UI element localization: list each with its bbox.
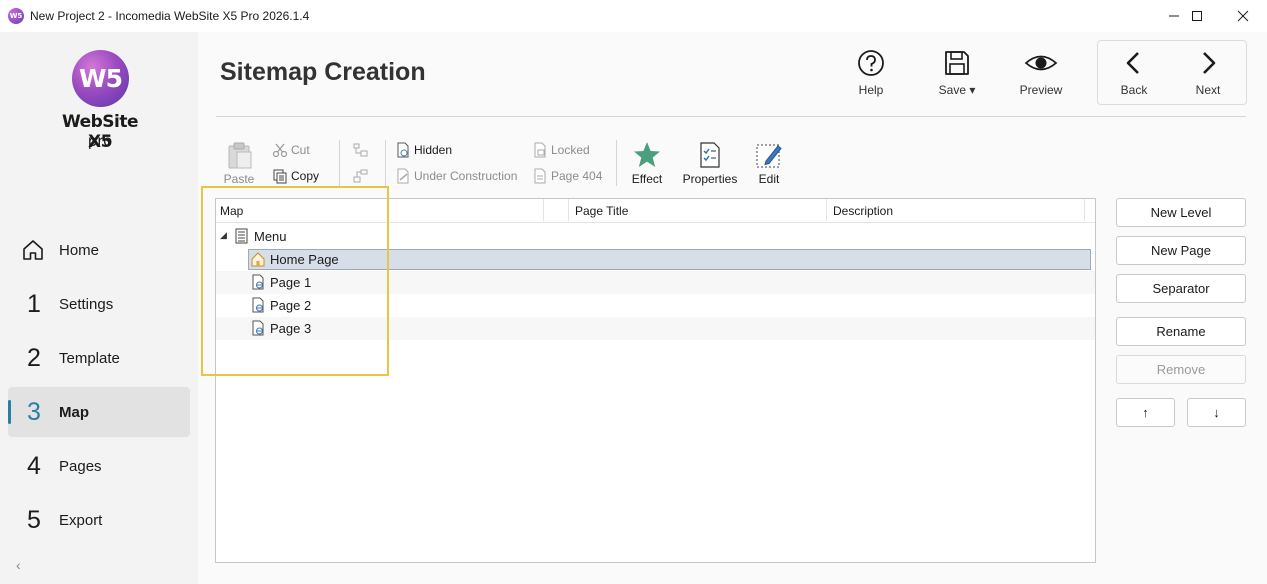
sidebar-item-label: Export: [59, 511, 103, 529]
help-button[interactable]: Help: [836, 48, 906, 102]
window-title: New Project 2 - Incomedia WebSite X5 Pro…: [30, 9, 310, 23]
sidebar-item-template[interactable]: 2 Template: [8, 333, 190, 383]
indent-icon: [353, 143, 368, 157]
home-icon: [23, 240, 43, 260]
title-bar: W5 New Project 2 - Incomedia WebSite X5 …: [0, 0, 1267, 32]
effect-label: Effect: [631, 172, 663, 186]
step-number: 4: [27, 451, 41, 480]
column-divider: [543, 199, 544, 221]
page404-icon: [534, 168, 546, 184]
logo-mark: W5: [72, 50, 129, 107]
properties-button[interactable]: Properties: [680, 140, 740, 186]
scissors-icon: [272, 143, 288, 158]
under-construction-icon: [397, 168, 409, 184]
rename-button[interactable]: Rename: [1116, 317, 1246, 346]
separator-button[interactable]: Separator: [1116, 274, 1246, 303]
page404-label: Page 404: [551, 169, 603, 183]
properties-label: Properties: [682, 172, 738, 186]
paste-button[interactable]: Paste: [221, 140, 257, 186]
outdent-icon: [353, 169, 368, 183]
column-divider: [568, 199, 569, 221]
cut-button[interactable]: Cut: [272, 142, 310, 158]
collapse-sidebar-button[interactable]: ‹: [16, 557, 21, 573]
maximize-button[interactable]: [1174, 0, 1220, 32]
sidebar-item-label: Settings: [59, 295, 114, 313]
remove-button[interactable]: Remove: [1116, 355, 1246, 384]
help-icon: [858, 50, 884, 76]
eye-icon: [1024, 55, 1058, 71]
sidebar: W5 WebSite X5 pro Home 1 Settings 2 Temp…: [0, 32, 198, 584]
preview-label: Preview: [1019, 83, 1063, 97]
hidden-label: Hidden: [414, 143, 453, 157]
sidebar-item-home[interactable]: Home: [8, 225, 190, 275]
hidden-page-icon: [397, 142, 409, 158]
column-divider: [826, 199, 827, 221]
step-number: 2: [27, 343, 41, 372]
indent-button[interactable]: [353, 142, 372, 158]
step-number: 3: [27, 397, 41, 426]
annotation-highlight-box: [201, 186, 389, 376]
cut-label: Cut: [291, 143, 310, 157]
sidebar-item-label: Home: [59, 241, 100, 259]
header-divider: [216, 116, 1246, 117]
back-label: Back: [1120, 83, 1148, 97]
next-button[interactable]: Next: [1173, 48, 1243, 102]
column-divider: [1084, 199, 1085, 221]
help-label: Help: [858, 83, 884, 97]
ribbon-divider: [339, 140, 340, 186]
logo-edition: pro: [87, 132, 113, 150]
ribbon-divider: [616, 140, 617, 186]
step-number: 5: [27, 505, 41, 534]
sidebar-item-label: Pages: [59, 457, 102, 475]
edit-icon: [756, 144, 782, 168]
new-level-button[interactable]: New Level: [1116, 198, 1246, 227]
page-title: Sitemap Creation: [220, 58, 426, 86]
step-number: 1: [27, 289, 41, 318]
properties-icon: [700, 142, 720, 168]
sidebar-item-pages[interactable]: 4 Pages: [8, 441, 190, 491]
copy-label: Copy: [291, 169, 320, 183]
chevron-left-icon: [1126, 52, 1139, 74]
back-button[interactable]: Back: [1099, 48, 1169, 102]
sidebar-item-export[interactable]: 5 Export: [8, 495, 190, 545]
under-construction-button[interactable]: Under Construction: [395, 168, 517, 184]
sidebar-item-map[interactable]: 3 Map: [8, 387, 190, 437]
edit-label: Edit: [758, 172, 780, 186]
edit-button[interactable]: Edit: [752, 140, 786, 186]
main-panel: Sitemap Creation Help Save ▾ Preview Bac…: [198, 32, 1267, 584]
next-label: Next: [1195, 83, 1221, 97]
star-icon: [634, 142, 660, 167]
logo: W5 WebSite X5 pro: [50, 50, 150, 160]
new-page-button[interactable]: New Page: [1116, 236, 1246, 265]
maximize-icon: [1192, 11, 1202, 21]
save-button[interactable]: Save ▾: [922, 48, 992, 102]
page404-button[interactable]: Page 404: [532, 168, 602, 184]
under-construction-label: Under Construction: [414, 169, 518, 183]
column-header-description[interactable]: Description: [833, 204, 893, 218]
save-label: Save ▾: [938, 83, 976, 97]
ribbon-divider: [385, 140, 386, 186]
outdent-button[interactable]: [353, 168, 372, 184]
close-icon: [1237, 10, 1249, 22]
locked-button[interactable]: Locked: [532, 142, 590, 158]
preview-button[interactable]: Preview: [1006, 48, 1076, 102]
sidebar-item-label: Template: [59, 349, 120, 367]
app-icon: W5: [8, 8, 24, 24]
copy-button[interactable]: Copy: [272, 168, 319, 184]
hidden-button[interactable]: Hidden: [395, 142, 452, 158]
locked-page-icon: [534, 142, 546, 158]
clipboard-icon: [228, 142, 252, 169]
close-button[interactable]: [1220, 0, 1266, 32]
paste-label: Paste: [223, 172, 255, 186]
move-down-button[interactable]: ↓: [1187, 398, 1246, 427]
column-header-page-title[interactable]: Page Title: [575, 204, 628, 218]
sidebar-item-settings[interactable]: 1 Settings: [8, 279, 190, 329]
move-up-button[interactable]: ↑: [1116, 398, 1175, 427]
locked-label: Locked: [551, 143, 590, 157]
sidebar-item-label: Map: [59, 403, 89, 421]
effect-button[interactable]: Effect: [628, 140, 666, 186]
copy-icon: [273, 169, 287, 184]
chevron-right-icon: [1203, 52, 1216, 74]
save-icon: [945, 51, 969, 75]
